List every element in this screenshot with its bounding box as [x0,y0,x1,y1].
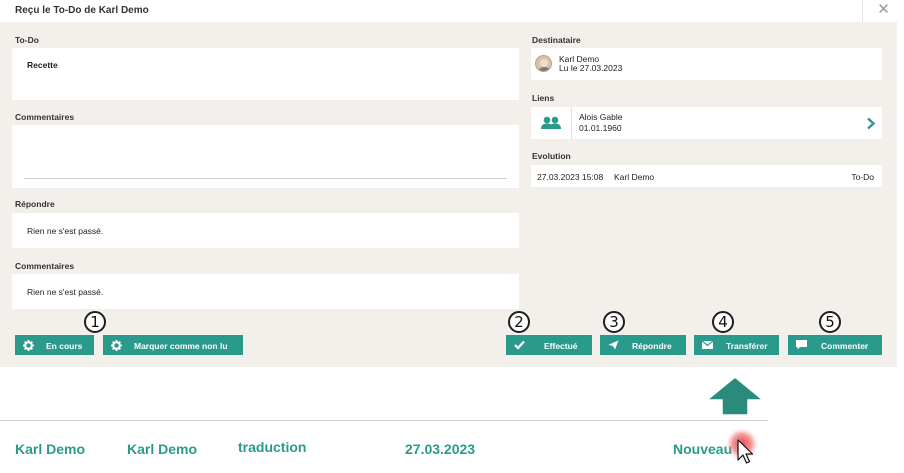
list-row-col-date[interactable]: 27.03.2023 [405,441,475,457]
in-progress-label: En cours [46,341,83,351]
chevron-right-icon [867,117,876,130]
todo-detail-panel: To-Do Recette Commentaires Répondre Rien… [0,22,897,367]
recipient-read-date: Lu le 27.03.2023 [559,63,623,73]
dialog-title: Reçu le To-Do de Karl Demo [15,5,149,16]
recipient-card: Karl Demo Lu le 27.03.2023 [531,48,882,80]
comments-value-2: Rien ne s'est passé. [27,287,104,297]
evolution-user: Karl Demo [614,172,655,182]
comment-button[interactable]: Commenter [788,335,882,355]
avatar [535,55,552,72]
link-name: Alois Gable [579,112,623,122]
up-arrow-annotation-icon [706,376,764,416]
mark-unread-button[interactable]: Marquer comme non lu [103,335,243,355]
comments-label: Commentaires [15,112,75,122]
transfer-button[interactable]: Transférer [694,335,779,355]
reply-button-label: Répondre [632,341,672,351]
list-row-col-to[interactable]: Karl Demo [127,441,197,457]
evolution-row: 27.03.2023 15:08 Karl Demo To-Do [531,165,882,187]
comments-label-2: Commentaires [15,261,75,271]
reply-label: Répondre [15,199,55,209]
done-button[interactable]: Effectué [506,335,592,355]
avatar-shoulders [538,67,551,71]
links-label: Liens [532,93,555,103]
mark-unread-label: Marquer comme non lu [134,341,228,351]
close-icon: ✕ [877,1,890,18]
gear-icon [109,335,123,355]
avatar-face [540,59,548,67]
list-row-col-from[interactable]: Karl Demo [15,441,85,457]
callout-4: 4 [712,311,734,333]
callout-2: 2 [508,311,530,333]
todo-value: Recette [27,60,58,70]
reply-value: Rien ne s'est passé. [27,226,104,236]
todo-label: To-Do [15,35,39,45]
transfer-label: Transférer [726,341,768,351]
mouse-cursor-icon [726,428,758,464]
comments-box-2: Rien ne s'est passé. [12,274,519,309]
link-date: 01.01.1960 [579,123,622,133]
callout-3: 3 [603,311,625,333]
comments-underline [24,178,507,179]
callout-1: 1 [84,311,106,333]
close-button[interactable]: ✕ [862,0,904,22]
paper-plane-icon [606,335,620,355]
people-icon [541,116,561,129]
gear-icon [21,335,35,355]
checkmark-icon [512,335,526,355]
envelope-icon [700,335,714,355]
list-row-col-subject[interactable]: traduction [238,439,306,455]
recipient-label: Destinataire [532,35,581,45]
comments-input[interactable] [12,125,519,188]
evolution-datetime: 27.03.2023 15:08 [537,172,604,182]
done-label: Effectué [544,341,578,351]
comment-bubble-icon [794,335,808,355]
reply-button[interactable]: Répondre [600,335,686,355]
evolution-label: Evolution [532,151,571,161]
reply-box: Rien ne s'est passé. [12,213,519,248]
comment-label: Commenter [821,341,869,351]
link-divider [571,107,572,139]
list-divider [0,420,768,421]
todo-box: Recette [12,48,519,100]
callout-5: 5 [819,311,841,333]
in-progress-button[interactable]: En cours [15,335,94,355]
link-item-alois-gable[interactable]: Alois Gable 01.01.1960 [531,107,882,139]
dialog-title-bar: Reçu le To-Do de Karl Demo ✕ [0,0,904,22]
evolution-status: To-Do [851,172,874,182]
